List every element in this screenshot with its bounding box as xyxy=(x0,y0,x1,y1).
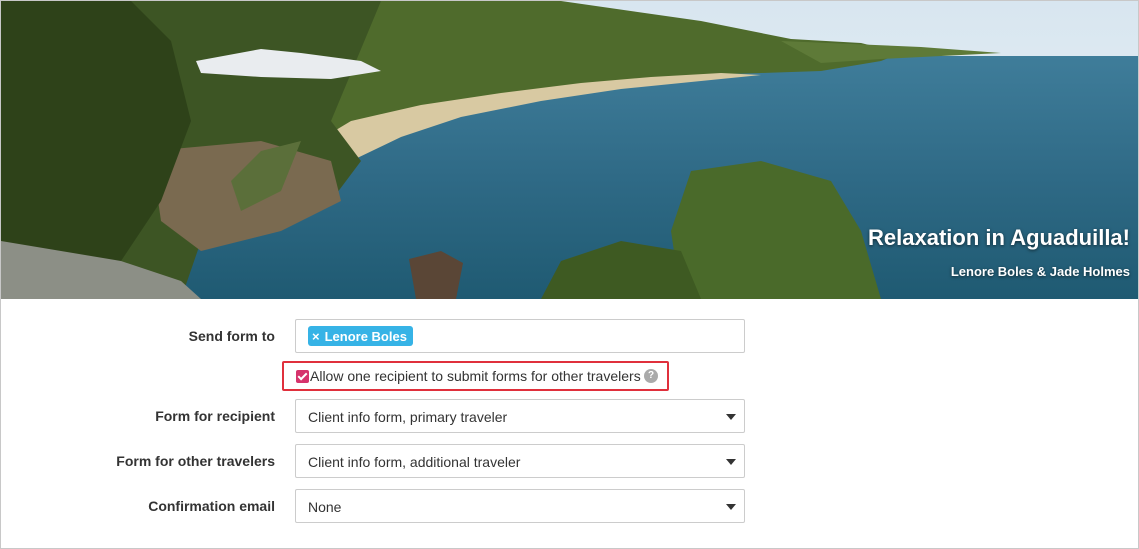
hero-banner: Relaxation in Aguaduilla! Lenore Boles &… xyxy=(1,1,1138,299)
form-for-other-travelers-label: Form for other travelers xyxy=(116,453,275,469)
chevron-down-icon xyxy=(726,414,736,420)
recipient-tag: × Lenore Boles xyxy=(308,326,413,346)
recipient-name: Lenore Boles xyxy=(324,328,407,344)
trip-title: Relaxation in Aguaduilla! xyxy=(868,225,1130,250)
send-form-panel: Send form to × Lenore Boles Allow one re… xyxy=(1,299,1138,548)
form-for-other-travelers-select[interactable]: Client info form, additional traveler xyxy=(295,444,745,478)
form-for-recipient-select[interactable]: Client info form, primary traveler xyxy=(295,399,745,433)
chevron-down-icon xyxy=(726,459,736,465)
form-for-recipient-value: Client info form, primary traveler xyxy=(308,409,508,425)
confirmation-email-label: Confirmation email xyxy=(148,498,275,514)
remove-recipient-icon[interactable]: × xyxy=(312,329,320,344)
page-frame: Relaxation in Aguaduilla! Lenore Boles &… xyxy=(0,0,1139,549)
form-for-other-travelers-value: Client info form, additional traveler xyxy=(308,454,521,470)
recipient-tag-input[interactable]: × Lenore Boles xyxy=(295,319,745,353)
allow-proxy-label[interactable]: Allow one recipient to submit forms for … xyxy=(310,368,641,384)
hero-photo xyxy=(1,1,1138,299)
confirmation-email-select[interactable]: None xyxy=(295,489,745,523)
chevron-down-icon xyxy=(726,504,736,510)
help-icon[interactable]: ? xyxy=(644,369,658,383)
allow-proxy-highlight: Allow one recipient to submit forms for … xyxy=(282,361,669,391)
send-form-to-label: Send form to xyxy=(188,328,275,344)
trip-travelers: Lenore Boles & Jade Holmes xyxy=(950,264,1130,279)
confirmation-email-value: None xyxy=(308,499,342,515)
form-for-recipient-label: Form for recipient xyxy=(155,408,275,424)
allow-proxy-checkbox[interactable] xyxy=(296,370,309,383)
